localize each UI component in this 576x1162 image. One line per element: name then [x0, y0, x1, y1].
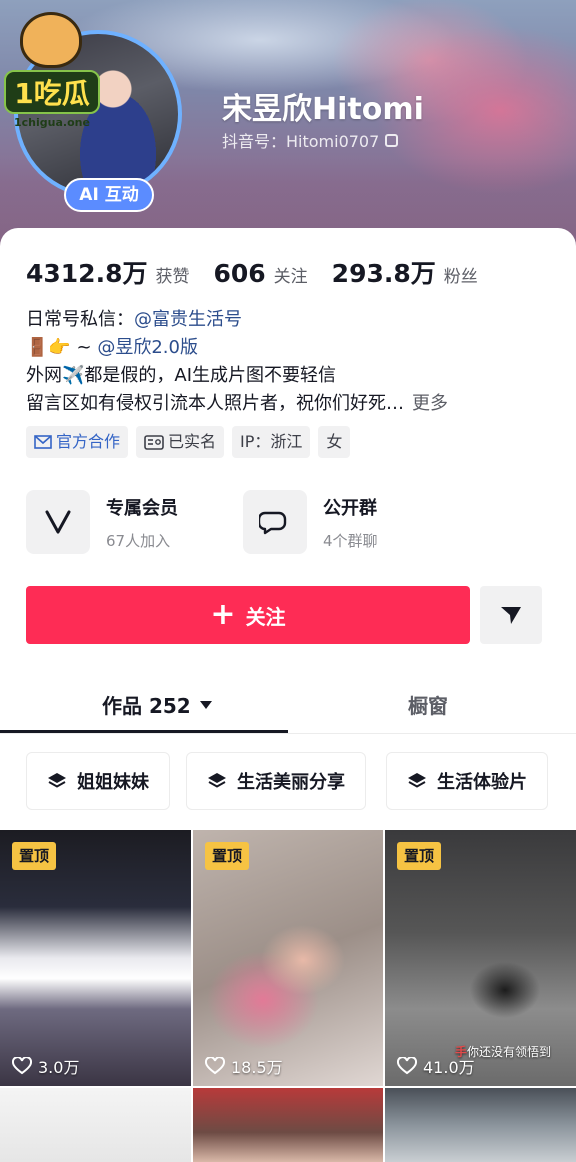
collection-label: 生活体验片: [437, 772, 527, 793]
group-title: 公开群: [323, 497, 377, 519]
ai-interaction-badge[interactable]: AI 互动: [64, 178, 154, 212]
bio-line: 留言区如有侵权引流本人照片者，祝你们好死… 更多: [26, 390, 556, 418]
gender-tag: 女: [318, 426, 351, 458]
caret-down-icon: [199, 700, 212, 709]
chat-bubble-icon: [243, 490, 307, 554]
group-entry[interactable]: 公开群 4个群聊: [243, 490, 378, 554]
collection-label: 姐姐妹妹: [77, 772, 149, 793]
tab-shop[interactable]: 橱窗: [408, 690, 448, 719]
content-tabs: 作品 252 橱窗: [0, 678, 576, 734]
like-count-value: 18.5万: [231, 1058, 283, 1077]
v-logo-icon: [26, 490, 90, 554]
message-button[interactable]: [480, 586, 542, 644]
plus-icon: +: [210, 597, 236, 632]
profile-card: 4312.8万 获赞 606 关注 293.8万 粉丝 日常号私信：@富贵生活号…: [0, 228, 576, 1162]
likes-label: 获赞: [155, 267, 190, 287]
followers-label: 粉丝: [443, 267, 478, 287]
stats-row: 4312.8万 获赞 606 关注 293.8万 粉丝: [26, 254, 502, 290]
video-thumbnail[interactable]: [193, 1088, 383, 1162]
layers-icon: [208, 773, 226, 788]
like-count-value: 3.0万: [38, 1058, 80, 1077]
bio-mention-link[interactable]: @昱欣2.0版: [97, 337, 198, 358]
like-count: 3.0万: [12, 1054, 79, 1078]
collection-chip[interactable]: 姐姐妹妹: [26, 752, 170, 810]
member-title: 专属会员: [106, 497, 178, 519]
collection-chip[interactable]: 生活体验片: [386, 752, 548, 810]
verified-label: 已实名: [168, 432, 217, 451]
ip-tag: IP：浙江: [232, 426, 311, 458]
heart-icon: [12, 1057, 32, 1075]
bio-text: 🚪👉 ~: [26, 337, 98, 358]
group-subtitle: 4个群聊: [323, 531, 378, 550]
bio-line: 日常号私信：@富贵生活号: [26, 306, 556, 334]
official-partner-tag[interactable]: 官方合作: [26, 426, 129, 458]
tabs-divider: [0, 733, 576, 734]
profile-tags: 官方合作 已实名 IP：浙江 女: [26, 426, 351, 458]
member-subtitle: 67人加入: [106, 531, 171, 550]
bio-more-link[interactable]: 更多: [412, 393, 448, 414]
watermark-logo: 1吃瓜 1chigua.one: [4, 12, 100, 130]
video-thumbnail[interactable]: [385, 1088, 576, 1162]
id-card-icon: [144, 434, 164, 450]
bio: 日常号私信：@富贵生活号 🚪👉 ~ @昱欣2.0版 外网✈️都是假的，AI生成片…: [26, 306, 556, 418]
pinned-badge: 置顶: [12, 842, 57, 870]
follow-button[interactable]: + 关注: [26, 586, 470, 644]
bio-line: 外网✈️都是假的，AI生成片图不要轻信: [26, 365, 337, 386]
like-count: 18.5万: [205, 1054, 283, 1078]
feature-entries: 专属会员 67人加入 公开群 4个群聊: [26, 490, 550, 554]
video-thumbnail[interactable]: [0, 1088, 191, 1162]
caption-text: 领悟到: [515, 1045, 552, 1059]
verified-tag[interactable]: 已实名: [136, 426, 225, 458]
tab-works[interactable]: 作品 252: [102, 690, 213, 719]
layers-icon: [48, 773, 66, 788]
collection-label: 生活美丽分享: [237, 772, 345, 793]
bio-mention-link[interactable]: @富贵生活号: [134, 309, 242, 330]
heart-icon: [205, 1057, 225, 1075]
pinned-badge: 置顶: [205, 842, 250, 870]
layers-icon: [408, 773, 426, 788]
video-thumbnail[interactable]: 置顶 手你还没有领悟到 41.0万: [385, 830, 576, 1086]
collections-row: 姐姐妹妹 生活美丽分享 生活体验片: [26, 752, 576, 810]
following-count[interactable]: 606: [213, 259, 265, 288]
video-thumbnail[interactable]: 置顶 18.5万: [193, 830, 383, 1086]
bio-line: 🚪👉 ~ @昱欣2.0版: [26, 334, 556, 362]
envelope-icon: [34, 435, 52, 449]
tab-works-label: 作品 252: [102, 694, 191, 718]
following-label: 关注: [273, 267, 308, 287]
copy-icon[interactable]: [385, 133, 399, 147]
follow-label: 关注: [245, 604, 286, 629]
heart-icon: [397, 1057, 417, 1075]
watermark-url: 1chigua.one: [14, 116, 90, 129]
video-thumbnail[interactable]: 置顶 3.0万: [0, 830, 191, 1086]
video-grid: 置顶 3.0万 置顶 18.5万 置顶 手你还没有领悟到 41.0万: [0, 830, 576, 1162]
watermark-text: 1吃瓜: [4, 70, 100, 114]
collection-chip[interactable]: 生活美丽分享: [186, 752, 366, 810]
bio-text: 留言区如有侵权引流本人照片者，祝你们好死…: [26, 393, 404, 414]
douyin-id-row[interactable]: 抖音号：Hitomi0707: [222, 128, 399, 152]
pinned-badge: 置顶: [397, 842, 442, 870]
watermark-mascot-icon: [20, 12, 82, 68]
likes-count[interactable]: 4312.8万: [26, 254, 147, 290]
like-count: 41.0万: [397, 1054, 475, 1078]
send-icon: [501, 607, 521, 624]
bio-text: 日常号私信：: [26, 309, 134, 330]
profile-name: 宋昱欣Hitomi: [222, 92, 424, 127]
member-entry[interactable]: 专属会员 67人加入: [26, 490, 178, 554]
followers-count[interactable]: 293.8万: [332, 254, 436, 290]
douyin-id: 抖音号：Hitomi0707: [222, 132, 380, 151]
like-count-value: 41.0万: [423, 1058, 475, 1077]
official-partner-label: 官方合作: [56, 432, 121, 451]
